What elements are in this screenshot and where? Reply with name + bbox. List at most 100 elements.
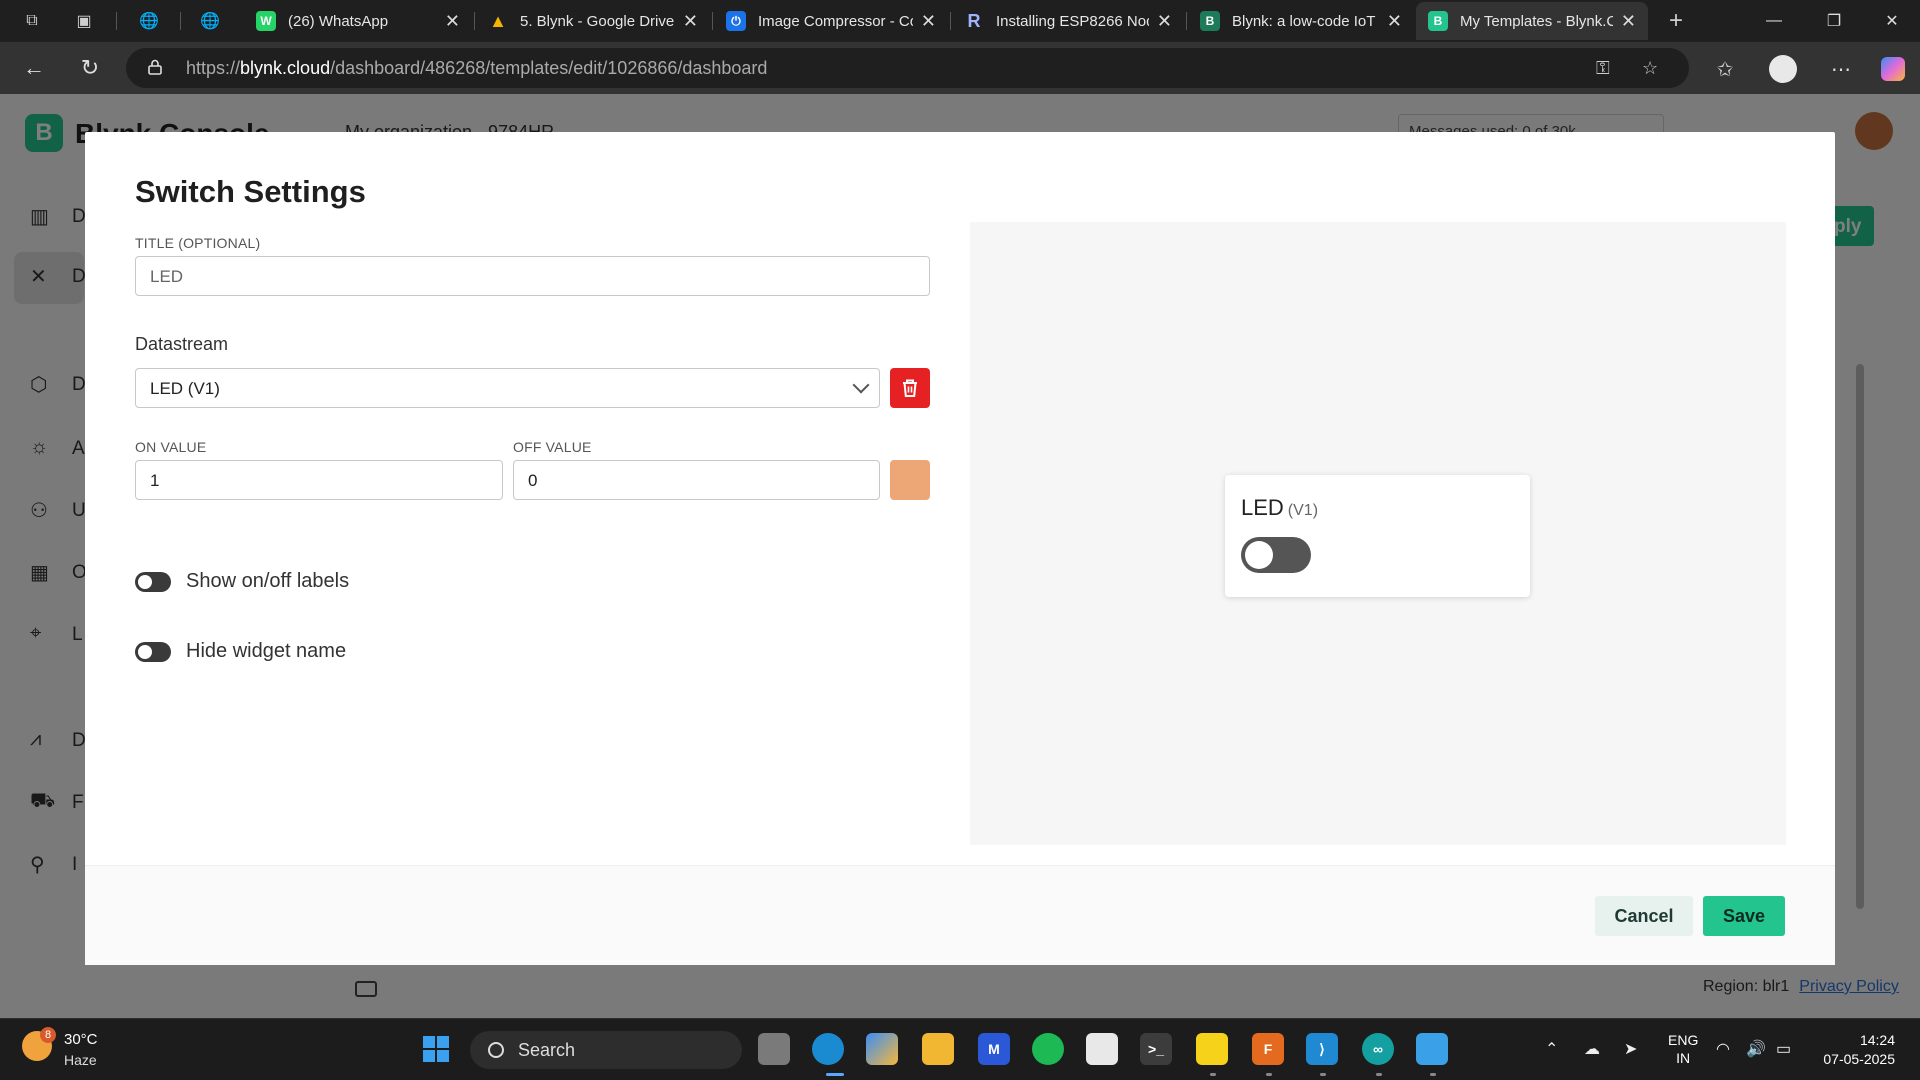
weather-condition: Haze <box>64 1052 97 1068</box>
profile-icon[interactable] <box>1768 54 1798 84</box>
tab-my-templates[interactable]: B My Templates - Blynk.Co ✕ <box>1416 2 1648 40</box>
hide-widget-name-text: Hide widget name <box>186 640 347 662</box>
close-icon[interactable]: ✕ <box>1621 11 1636 32</box>
title-field-label: TITLE (OPTIONAL) <box>135 235 261 251</box>
taskbar-search[interactable]: Search <box>470 1031 742 1069</box>
datastream-selected-value: LED (V1) <box>150 379 220 398</box>
location-arrow-icon[interactable]: ➤ <box>1624 1039 1637 1059</box>
tab-whatsapp[interactable]: W (26) WhatsApp ✕ <box>244 2 472 40</box>
fritzing-icon[interactable]: F <box>1252 1033 1284 1065</box>
google-drive-icon: ▲ <box>488 10 508 31</box>
tab-google-drive[interactable]: ▲ 5. Blynk - Google Drive ✕ <box>476 2 710 40</box>
tab-blynk-iot[interactable]: B Blynk: a low-code IoT so ✕ <box>1188 2 1414 40</box>
tab-actions-icon[interactable]: ▣ <box>72 9 96 33</box>
tab-image-compressor[interactable]: ⏻ Image Compressor - Co ✕ <box>714 2 948 40</box>
windows-start-icon[interactable] <box>420 1033 452 1065</box>
restore-icon[interactable]: ❐ <box>1806 0 1862 42</box>
hide-widget-name-toggle[interactable] <box>135 641 171 662</box>
title-input[interactable]: LED <box>135 256 930 296</box>
tab-title: Blynk: a low-code IoT so <box>1232 12 1379 30</box>
arduino-icon[interactable]: ∞ <box>1362 1033 1394 1065</box>
favorite-star-icon[interactable]: ☆ <box>1642 58 1658 79</box>
blynk-icon: B <box>1200 11 1220 31</box>
whatsapp-icon: W <box>256 11 276 31</box>
tab-title: Installing ESP8266 Node <box>996 12 1149 30</box>
copilot-icon[interactable] <box>1878 54 1908 84</box>
switch-widget-preview: LED (V1) <box>1225 475 1530 597</box>
color-picker-swatch[interactable] <box>890 460 930 500</box>
cancel-button[interactable]: Cancel <box>1595 896 1693 936</box>
switch-settings-dialog: Switch Settings TITLE (OPTIONAL) LED Dat… <box>85 132 1835 965</box>
clock-time: 14:24 <box>1859 1032 1895 1048</box>
close-icon[interactable]: ✕ <box>683 11 698 32</box>
dialog-title: Switch Settings <box>135 174 366 209</box>
key-icon[interactable]: ⚿ <box>1596 58 1610 79</box>
task-view-icon[interactable] <box>758 1033 790 1065</box>
sticky-notes-icon[interactable] <box>1196 1033 1228 1065</box>
close-icon[interactable]: ✕ <box>1157 11 1172 32</box>
tab-title: Image Compressor - Co <box>758 12 913 30</box>
window-close-icon[interactable]: ✕ <box>1864 0 1920 42</box>
clock[interactable]: 14:24 07-05-2025 <box>1815 1031 1895 1069</box>
tab-title: 5. Blynk - Google Drive <box>520 12 675 30</box>
save-button[interactable]: Save <box>1703 896 1785 936</box>
datastream-select[interactable]: LED (V1) <box>135 368 880 408</box>
show-labels-toggle-row[interactable]: Show on/off labels <box>135 570 349 593</box>
weather-badge: 8 <box>40 1027 56 1043</box>
store-icon[interactable] <box>1086 1033 1118 1065</box>
refresh-icon[interactable]: ↻ <box>76 54 104 82</box>
r-logo-icon: R <box>964 11 984 31</box>
close-icon[interactable]: ✕ <box>1387 11 1402 32</box>
on-value-input[interactable]: 1 <box>135 460 503 500</box>
chevron-up-icon[interactable]: ⌃ <box>1545 1039 1558 1059</box>
chevron-down-icon <box>852 376 870 394</box>
url-text: https://blynk.cloud/dashboard/486268/tem… <box>186 58 768 78</box>
spotify-icon[interactable] <box>1032 1033 1064 1065</box>
edge-browser-icon[interactable] <box>812 1033 844 1065</box>
close-icon[interactable]: ✕ <box>921 11 936 32</box>
globe-icon[interactable]: 🌐 <box>137 9 161 33</box>
power-icon: ⏻ <box>726 11 746 31</box>
copilot-app-icon[interactable] <box>866 1033 898 1065</box>
battery-icon[interactable]: ▭ <box>1776 1039 1791 1059</box>
region-code: IN <box>1676 1050 1691 1066</box>
widget-switch[interactable] <box>1241 537 1311 573</box>
back-icon[interactable]: ← <box>20 54 48 82</box>
new-tab-icon[interactable]: + <box>1664 7 1688 34</box>
file-explorer-icon[interactable] <box>922 1033 954 1065</box>
globe-icon-2[interactable]: 🌐 <box>198 9 222 33</box>
windows-taskbar: 8 30°C Haze Search M >_ F ⟩ ∞ ⌃ ☁ ➤ ENG … <box>0 1018 1920 1080</box>
workspaces-icon[interactable]: ⧉ <box>20 9 44 33</box>
vscode-icon[interactable]: ⟩ <box>1306 1033 1338 1065</box>
off-value-label: OFF VALUE <box>513 439 592 455</box>
minimize-icon[interactable]: — <box>1746 0 1802 42</box>
language-code: ENG <box>1668 1032 1699 1048</box>
address-toolbar: ← ↻ https://blynk.cloud/dashboard/486268… <box>0 42 1920 94</box>
address-bar[interactable]: https://blynk.cloud/dashboard/486268/tem… <box>126 48 1689 88</box>
dialog-footer <box>85 866 1835 965</box>
volume-icon[interactable]: 🔊 <box>1746 1039 1766 1059</box>
terminal-icon[interactable]: >_ <box>1140 1033 1172 1065</box>
trash-icon <box>903 379 917 397</box>
clock-date: 07-05-2025 <box>1823 1051 1895 1067</box>
app-icon[interactable]: M <box>978 1033 1010 1065</box>
temperature[interactable]: 30°C <box>64 1031 98 1048</box>
notepad-icon[interactable] <box>1416 1033 1448 1065</box>
tab-title: My Templates - Blynk.Co <box>1460 12 1613 30</box>
more-options-icon[interactable]: ⋯ <box>1826 54 1856 84</box>
off-value-input[interactable]: 0 <box>513 460 880 500</box>
favorites-icon[interactable]: ✩ <box>1710 54 1740 84</box>
search-label: Search <box>518 1039 576 1060</box>
datastream-label: Datastream <box>135 334 229 354</box>
hide-name-toggle-row[interactable]: Hide widget name <box>135 640 346 663</box>
widget-name: LED <box>1241 495 1284 520</box>
show-labels-toggle[interactable] <box>135 571 171 592</box>
cloud-offline-icon[interactable]: ☁ <box>1584 1039 1600 1059</box>
delete-datastream-button[interactable] <box>890 368 930 408</box>
lock-icon[interactable] <box>148 59 162 75</box>
wifi-icon[interactable]: ◠ <box>1716 1039 1730 1059</box>
language-indicator[interactable]: ENG IN <box>1668 1031 1698 1067</box>
search-icon <box>488 1042 504 1058</box>
close-icon[interactable]: ✕ <box>445 11 460 32</box>
tab-esp8266[interactable]: R Installing ESP8266 Node ✕ <box>952 2 1184 40</box>
